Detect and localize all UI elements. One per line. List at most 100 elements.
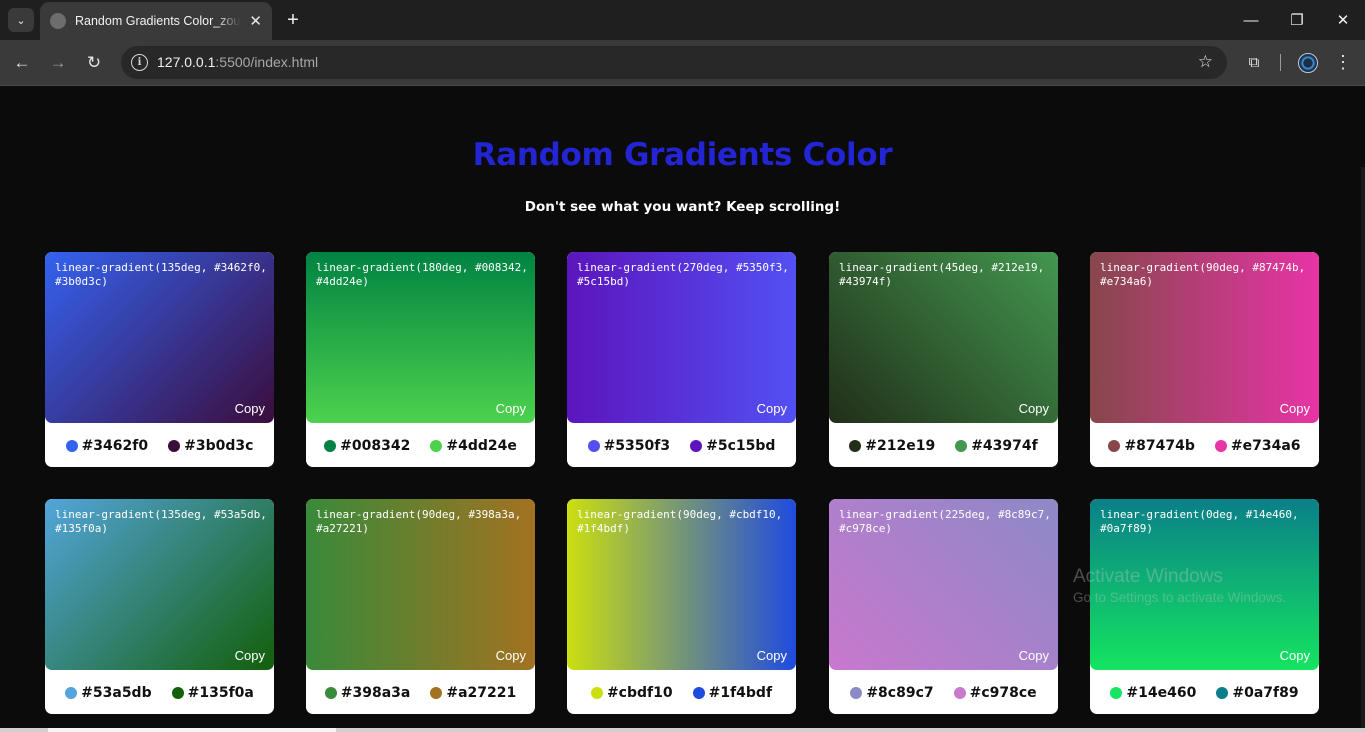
gradient-preview[interactable]: linear-gradient(135deg, #53a5db, #135f0a… xyxy=(45,499,274,670)
color-hex-label: #a27221 xyxy=(446,685,517,701)
color-hex-label: #43974f xyxy=(971,438,1038,454)
page-title: Random Gradients Color xyxy=(472,137,893,173)
color-hex-label: #e734a6 xyxy=(1230,438,1301,454)
color-chip[interactable]: #8c89c7 xyxy=(850,685,934,701)
copy-button[interactable]: Copy xyxy=(496,648,526,663)
horizontal-scrollbar-thumb[interactable] xyxy=(48,728,336,732)
forward-icon[interactable]: → xyxy=(46,51,70,75)
copy-button[interactable]: Copy xyxy=(235,401,265,416)
copy-button[interactable]: Copy xyxy=(757,401,787,416)
color-chip[interactable]: #43974f xyxy=(955,438,1038,454)
color-hex-label: #398a3a xyxy=(340,685,411,701)
copy-button[interactable]: Copy xyxy=(1019,401,1049,416)
gradient-preview[interactable]: linear-gradient(180deg, #008342, #4dd24e… xyxy=(306,252,535,423)
color-chip[interactable]: #e734a6 xyxy=(1214,438,1301,454)
browser-tab-bar: ⌄ Random Gradients Color_zouraiz ✕ + — ❐… xyxy=(0,0,1365,40)
color-chips: #14e460 #0a7f89 xyxy=(1090,685,1319,701)
color-chips: #8c89c7 #c978ce xyxy=(829,685,1058,701)
toolbar-divider xyxy=(1280,54,1281,71)
color-chip[interactable]: #5c15bd xyxy=(690,438,775,454)
gradient-code: linear-gradient(90deg, #87474b, #e734a6) xyxy=(1100,261,1306,288)
copy-button[interactable]: Copy xyxy=(1280,401,1310,416)
extensions-puzzle-icon[interactable]: ⧉ xyxy=(1243,51,1265,73)
reload-icon[interactable]: ↻ xyxy=(82,51,106,75)
color-chip[interactable]: #1f4bdf xyxy=(692,685,773,701)
back-icon[interactable]: ← xyxy=(10,51,34,75)
color-dot xyxy=(430,687,443,699)
gradient-preview[interactable]: linear-gradient(0deg, #14e460, #0a7f89) C… xyxy=(1090,499,1319,670)
color-chip[interactable]: #c978ce xyxy=(953,685,1037,701)
color-dot xyxy=(690,440,703,452)
color-chips: #3462f0 #3b0d3c xyxy=(45,438,274,454)
browser-tab[interactable]: Random Gradients Color_zouraiz ✕ xyxy=(40,2,272,40)
color-chips: #5350f3 #5c15bd xyxy=(567,438,796,454)
gradient-preview[interactable]: linear-gradient(135deg, #3462f0, #3b0d3c… xyxy=(45,252,274,423)
color-chip[interactable]: #53a5db xyxy=(65,685,152,701)
gradient-code: linear-gradient(0deg, #14e460, #0a7f89) xyxy=(1100,508,1299,535)
gradient-card: linear-gradient(135deg, #3462f0, #3b0d3c… xyxy=(45,252,274,467)
gradient-card: linear-gradient(45deg, #212e19, #43974f)… xyxy=(829,252,1058,467)
color-chips: #53a5db #135f0a xyxy=(45,685,274,701)
copy-button[interactable]: Copy xyxy=(757,648,787,663)
color-chips: #87474b #e734a6 xyxy=(1090,438,1319,454)
kebab-menu-icon[interactable]: ⋮ xyxy=(1333,51,1353,73)
gradient-preview[interactable]: linear-gradient(270deg, #5350f3, #5c15bd… xyxy=(567,252,796,423)
minimize-icon[interactable]: — xyxy=(1236,8,1266,32)
color-chips: #008342 #4dd24e xyxy=(306,438,535,454)
color-chip[interactable]: #0a7f89 xyxy=(1216,685,1299,701)
color-dot xyxy=(590,687,603,699)
color-dot xyxy=(324,440,337,452)
color-chip[interactable]: #14e460 xyxy=(1110,685,1196,701)
gradient-card: linear-gradient(90deg, #cbdf10, #1f4bdf)… xyxy=(567,499,796,714)
close-window-icon[interactable]: ✕ xyxy=(1328,8,1358,32)
profile-avatar[interactable] xyxy=(1298,53,1318,73)
color-chip[interactable]: #398a3a xyxy=(324,685,411,701)
color-chip[interactable]: #212e19 xyxy=(849,438,935,454)
page-subtitle: Don't see what you want? Keep scrolling! xyxy=(524,199,841,215)
color-chip[interactable]: #4dd24e xyxy=(430,438,517,454)
tab-search-button[interactable]: ⌄ xyxy=(8,8,34,32)
bookmark-star-icon[interactable]: ☆ xyxy=(1198,52,1213,72)
site-info-icon[interactable]: i xyxy=(131,54,148,71)
color-hex-label: #0a7f89 xyxy=(1232,685,1299,701)
gradient-preview[interactable]: linear-gradient(225deg, #8c89c7, #c978ce… xyxy=(829,499,1058,670)
color-dot xyxy=(1110,687,1123,699)
gradient-preview[interactable]: linear-gradient(90deg, #398a3a, #a27221)… xyxy=(306,499,535,670)
color-chip[interactable]: #87474b xyxy=(1108,438,1195,454)
color-hex-label: #1f4bdf xyxy=(708,685,773,701)
url-text[interactable]: 127.0.0.1:5500/index.html xyxy=(157,54,318,70)
vertical-scrollbar[interactable] xyxy=(1361,167,1365,732)
color-chip[interactable]: #cbdf10 xyxy=(590,685,673,701)
color-chip[interactable]: #3462f0 xyxy=(65,438,148,454)
copy-button[interactable]: Copy xyxy=(1019,648,1049,663)
restore-icon[interactable]: ❐ xyxy=(1282,8,1312,32)
gradient-card: linear-gradient(270deg, #5350f3, #5c15bd… xyxy=(567,252,796,467)
browser-toolbar: ← → ↻ i 127.0.0.1:5500/index.html ☆ xyxy=(0,40,1365,86)
gradient-preview[interactable]: linear-gradient(90deg, #cbdf10, #1f4bdf)… xyxy=(567,499,796,670)
color-dot xyxy=(65,440,78,452)
color-chip[interactable]: #008342 xyxy=(324,438,410,454)
close-tab-icon[interactable]: ✕ xyxy=(249,12,262,30)
gradient-card: linear-gradient(90deg, #398a3a, #a27221)… xyxy=(306,499,535,714)
address-bar[interactable]: i 127.0.0.1:5500/index.html ☆ xyxy=(121,46,1227,79)
color-chip[interactable]: #5350f3 xyxy=(587,438,670,454)
new-tab-button[interactable]: + xyxy=(282,8,304,32)
color-chip[interactable]: #a27221 xyxy=(430,685,516,701)
color-hex-label: #53a5db xyxy=(81,685,152,701)
chevron-down-icon: ⌄ xyxy=(16,14,26,27)
color-chip[interactable]: #3b0d3c xyxy=(168,438,253,454)
copy-button[interactable]: Copy xyxy=(235,648,265,663)
color-hex-label: #c978ce xyxy=(969,685,1037,701)
color-chip[interactable]: #135f0a xyxy=(171,685,254,701)
color-dot xyxy=(1108,440,1121,452)
copy-button[interactable]: Copy xyxy=(1280,648,1310,663)
color-dot xyxy=(692,687,705,699)
color-dot xyxy=(324,687,337,699)
gradient-code: linear-gradient(90deg, #cbdf10, #1f4bdf) xyxy=(577,508,783,535)
color-dot xyxy=(850,687,863,699)
gradient-preview[interactable]: linear-gradient(90deg, #87474b, #e734a6)… xyxy=(1090,252,1319,423)
tab-title: Random Gradients Color_zouraiz xyxy=(75,14,241,28)
horizontal-scrollbar[interactable] xyxy=(0,728,1365,732)
gradient-preview[interactable]: linear-gradient(45deg, #212e19, #43974f)… xyxy=(829,252,1058,423)
copy-button[interactable]: Copy xyxy=(496,401,526,416)
